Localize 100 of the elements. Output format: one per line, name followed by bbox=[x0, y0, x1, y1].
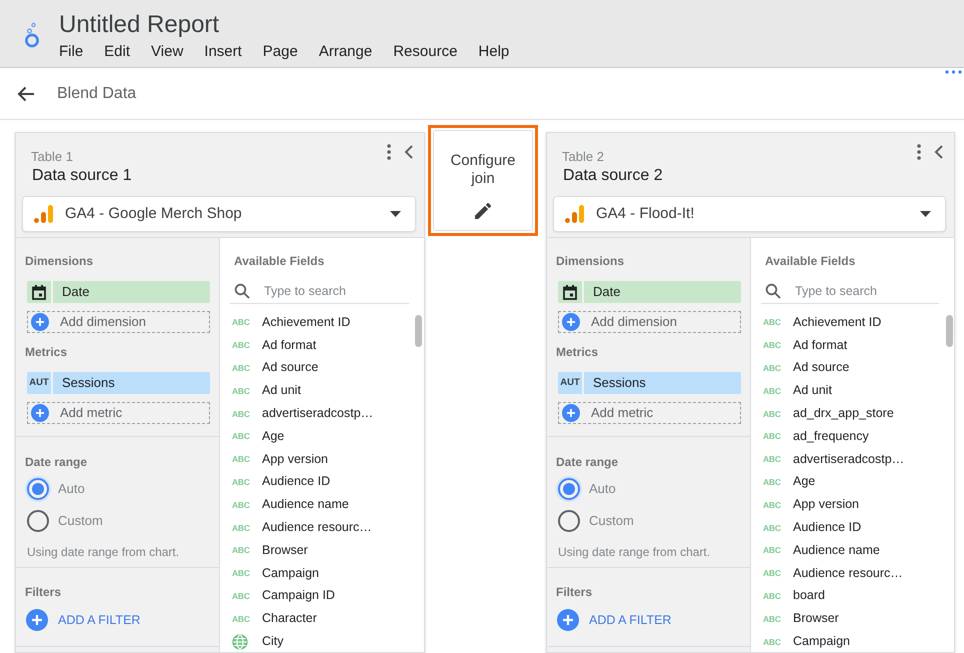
add-filter-button[interactable]: ADD A FILTER bbox=[26, 609, 140, 631]
table-label: Table 2 bbox=[562, 148, 604, 166]
field-type-label: ABC bbox=[232, 340, 251, 350]
field-name[interactable]: App version bbox=[793, 497, 860, 512]
search-icon bbox=[765, 283, 781, 299]
data-source-dropdown[interactable]: GA4 - Google Merch Shop bbox=[22, 196, 416, 232]
report-title[interactable]: Untitled Report bbox=[59, 10, 220, 39]
radio-button[interactable] bbox=[558, 478, 580, 500]
section-label: Date range bbox=[25, 455, 88, 469]
dimension-chip[interactable]: Date bbox=[558, 281, 741, 303]
field-name[interactable]: ad_drx_app_store bbox=[793, 406, 894, 422]
radio-button[interactable] bbox=[27, 478, 49, 500]
add-dimension-button[interactable]: Add dimension bbox=[27, 311, 210, 333]
field-name[interactable]: Campaign ID bbox=[262, 588, 335, 604]
field-name[interactable]: Achievement ID bbox=[793, 314, 882, 330]
back-arrow-icon[interactable] bbox=[17, 86, 35, 102]
metric-chip[interactable]: AUT Sessions bbox=[27, 372, 210, 394]
app-logo-icon[interactable] bbox=[24, 20, 40, 48]
menu-item[interactable]: Resource bbox=[393, 42, 458, 62]
field-type-label: ABC bbox=[763, 500, 782, 510]
add-icon bbox=[31, 404, 49, 422]
section-label: Filters bbox=[556, 585, 594, 599]
bar-chart-icon bbox=[33, 204, 53, 224]
field-type-label: ABC bbox=[763, 614, 782, 624]
field-name[interactable]: Ad source bbox=[262, 360, 318, 376]
add-metric-button[interactable]: Add metric bbox=[558, 402, 741, 424]
dimension-chip[interactable]: Date bbox=[27, 281, 210, 303]
field-name[interactable]: Age bbox=[793, 474, 816, 490]
scrollbar-thumb[interactable] bbox=[946, 315, 953, 347]
field-name[interactable]: board bbox=[793, 588, 825, 604]
field-name[interactable]: Ad format bbox=[793, 338, 848, 353]
data-source-dropdown[interactable]: GA4 - Flood-It! bbox=[553, 196, 946, 232]
section-label: Dimensions bbox=[556, 254, 626, 268]
menu-item[interactable]: Insert bbox=[204, 42, 242, 62]
field-name[interactable]: advertiseradcostp… bbox=[793, 452, 904, 467]
field-name[interactable]: advertiseradcostp… bbox=[262, 406, 374, 422]
field-name[interactable]: Ad format bbox=[262, 338, 316, 353]
menu-item[interactable]: File bbox=[59, 42, 84, 62]
field-name[interactable]: App version bbox=[262, 452, 328, 467]
field-name[interactable]: Audience ID bbox=[793, 520, 862, 536]
add-icon bbox=[26, 609, 48, 631]
field-type-label: ABC bbox=[232, 362, 251, 373]
radio-button[interactable] bbox=[27, 510, 49, 532]
field-type-label: ABC bbox=[232, 476, 251, 487]
field-type-label: ABC bbox=[763, 476, 782, 487]
search-field[interactable]: Type to search bbox=[761, 279, 939, 304]
field-name[interactable]: Ad unit bbox=[793, 383, 832, 398]
add-filter-button[interactable]: ADD A FILTER bbox=[557, 609, 672, 631]
radio-button[interactable] bbox=[558, 510, 580, 532]
field-name[interactable]: Achievement ID bbox=[262, 314, 350, 330]
field-type-label: ABC bbox=[763, 317, 782, 328]
field-name[interactable]: Browser bbox=[262, 542, 308, 558]
field-name[interactable]: Campaign bbox=[262, 566, 319, 581]
field-name[interactable]: Ad unit bbox=[262, 383, 301, 398]
field-type-label: ABC bbox=[763, 568, 782, 578]
date-range-note: Using date range from chart. bbox=[27, 545, 180, 559]
date-range-note: Using date range from chart. bbox=[558, 545, 712, 559]
field-type-label: ABC bbox=[232, 522, 251, 533]
menu-item[interactable]: Help bbox=[478, 42, 510, 62]
field-name[interactable]: Browser bbox=[793, 611, 839, 626]
field-type-label: ABC bbox=[232, 614, 251, 624]
menu-item[interactable]: Page bbox=[262, 42, 298, 62]
field-name[interactable]: Age bbox=[262, 428, 284, 444]
section-label: Metrics bbox=[25, 345, 68, 359]
more-icon[interactable] bbox=[945, 70, 962, 74]
field-type-label: ABC bbox=[763, 636, 782, 647]
add-icon bbox=[31, 313, 49, 331]
field-type-label: ABC bbox=[763, 362, 782, 373]
field-name[interactable]: Audience ID bbox=[262, 474, 330, 490]
menu-item[interactable]: Edit bbox=[104, 42, 130, 62]
field-type-label: ABC bbox=[232, 568, 251, 578]
field-name[interactable]: Ad source bbox=[793, 360, 850, 376]
field-name[interactable]: Campaign bbox=[793, 634, 850, 650]
field-name[interactable]: ad_frequency bbox=[793, 428, 869, 444]
field-type-label: ABC bbox=[763, 431, 782, 442]
pencil-icon bbox=[475, 203, 491, 219]
field-type-label: ABC bbox=[232, 386, 251, 396]
menu-item[interactable]: Arrange bbox=[318, 42, 372, 62]
field-name[interactable]: Audience name bbox=[262, 497, 349, 512]
search-field[interactable]: Type to search bbox=[230, 279, 409, 304]
field-type-label: ABC bbox=[763, 454, 782, 464]
field-name[interactable]: Audience resourc… bbox=[262, 520, 372, 536]
field-type-label: ABC bbox=[763, 522, 782, 533]
field-type-label: ABC bbox=[232, 545, 251, 556]
data-source-title: Data source 2 bbox=[563, 166, 663, 186]
section-label: Date range bbox=[556, 455, 620, 469]
add-metric-button[interactable]: Add metric bbox=[27, 402, 210, 424]
field-name[interactable]: City bbox=[262, 634, 284, 650]
section-label: Available Fields bbox=[765, 254, 856, 268]
search-icon bbox=[234, 283, 250, 299]
menu-item[interactable]: View bbox=[151, 42, 184, 62]
scrollbar-thumb[interactable] bbox=[415, 315, 422, 347]
field-name[interactable]: Audience name bbox=[793, 542, 880, 558]
caret-down-icon bbox=[920, 211, 931, 217]
field-name[interactable]: Audience resourc… bbox=[793, 566, 903, 581]
configure-join-button[interactable]: Configure join bbox=[433, 130, 533, 231]
add-dimension-button[interactable]: Add dimension bbox=[558, 311, 741, 333]
field-name[interactable]: Character bbox=[262, 611, 317, 626]
caret-down-icon bbox=[390, 211, 401, 217]
metric-chip[interactable]: AUT Sessions bbox=[558, 372, 741, 394]
